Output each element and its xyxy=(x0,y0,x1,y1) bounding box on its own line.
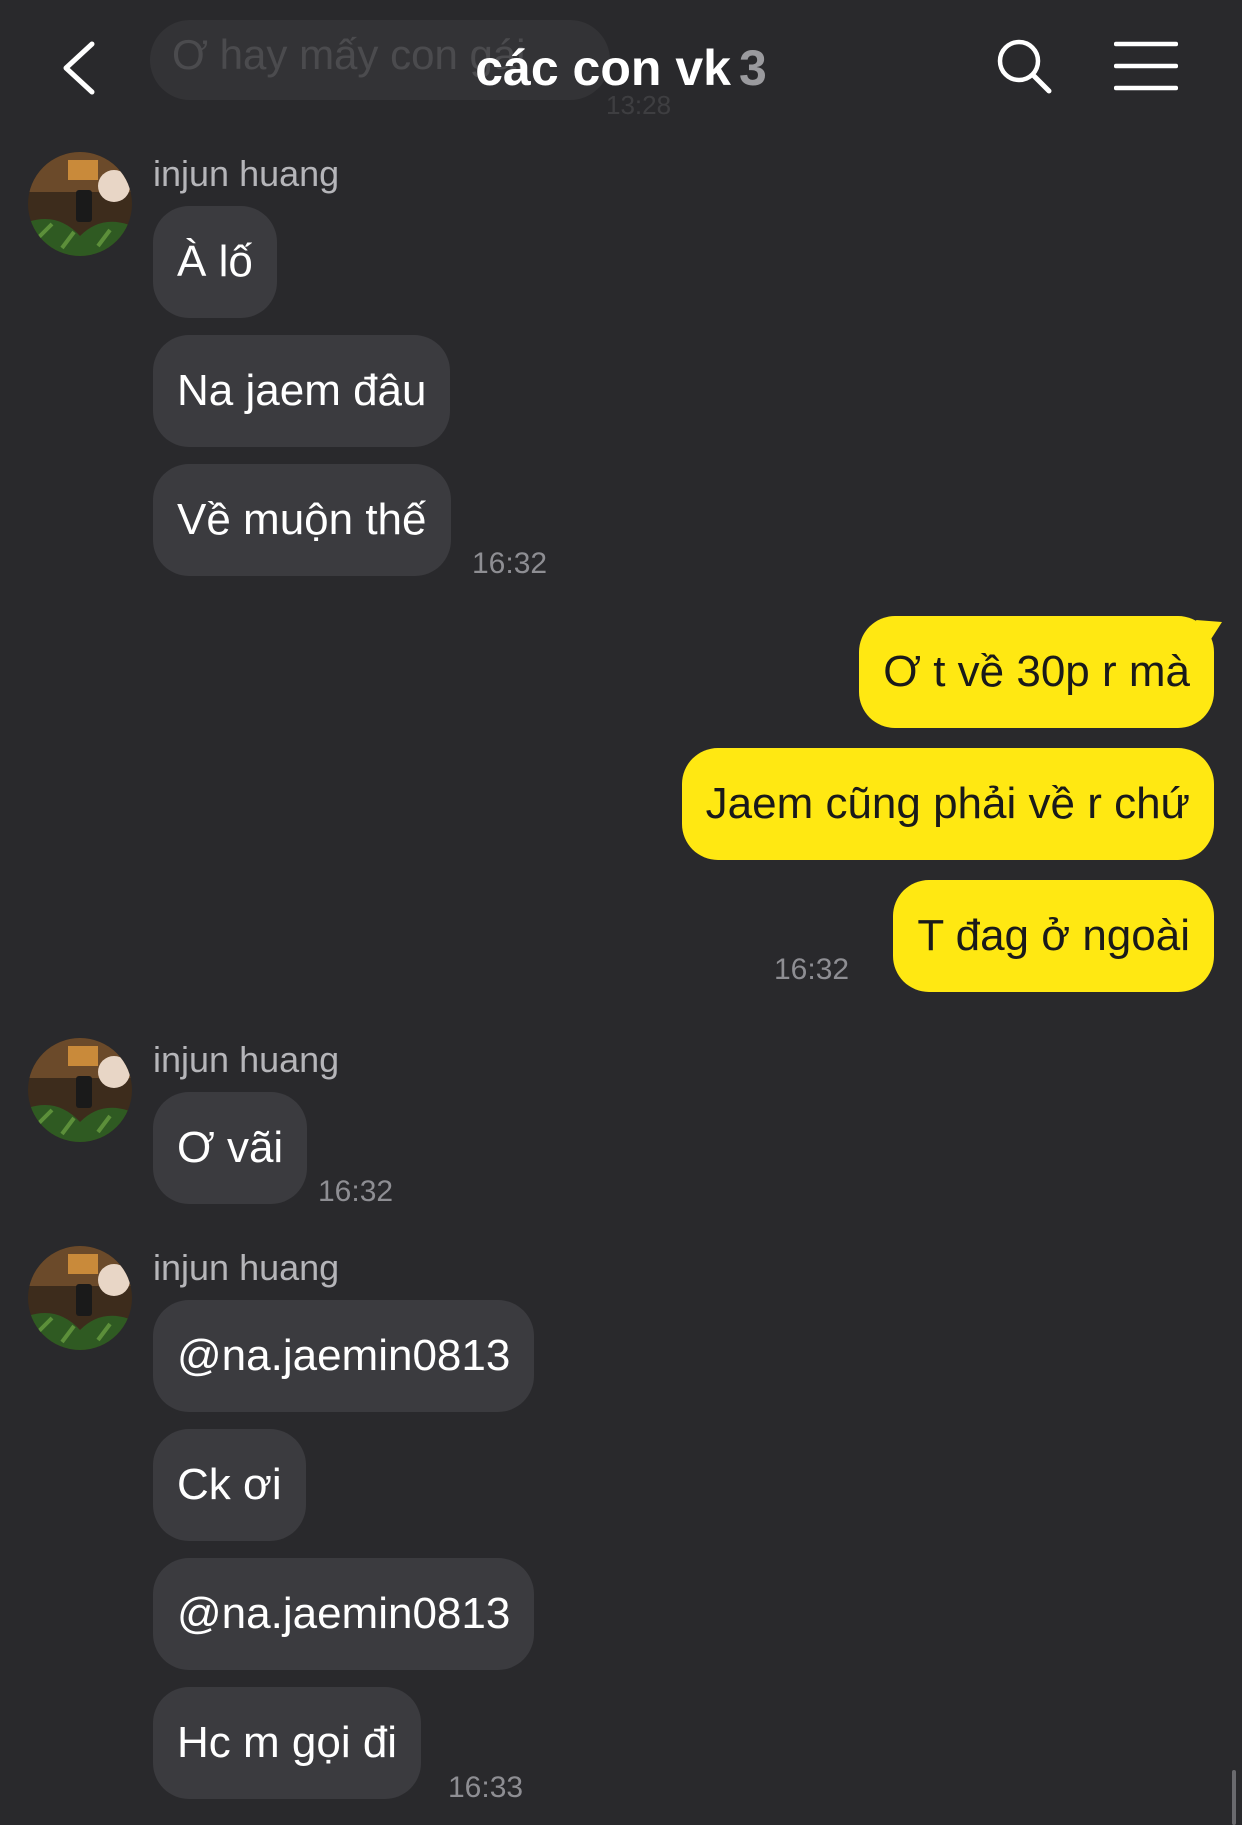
message-bubble[interactable]: Hc m gọi đi xyxy=(153,1687,422,1799)
message-text: À lố xyxy=(177,237,253,286)
bubble-tail xyxy=(1196,620,1222,650)
message-bubble[interactable]: Ơ vãi xyxy=(153,1092,308,1204)
message-text: Về muộn thế xyxy=(177,495,427,544)
message-text: Ơ vãi xyxy=(177,1123,284,1172)
chat-title-text: các con vk xyxy=(475,40,731,96)
message-text: Ck ơi xyxy=(177,1460,282,1509)
message-text: Hc m gọi đi xyxy=(177,1718,398,1767)
chat-title: các con vk 3 xyxy=(0,38,1242,98)
hamburger-menu-icon xyxy=(1113,41,1179,91)
profile-photo xyxy=(28,1246,132,1350)
message-text: Na jaem đâu xyxy=(177,366,427,415)
message-bubble[interactable]: Về muộn thế xyxy=(153,464,451,576)
sender-name: injun huang xyxy=(153,153,340,194)
member-count: 3 xyxy=(738,40,767,96)
message-bubble[interactable]: À lố xyxy=(153,206,277,318)
scrollbar-thumb[interactable] xyxy=(1232,1770,1236,1825)
message-text: Ơ t về 30p r mà xyxy=(883,647,1190,696)
sender-name: injun huang xyxy=(153,1039,340,1080)
sender-name: injun huang xyxy=(153,1247,340,1288)
profile-photo xyxy=(28,1038,132,1142)
message-timestamp: 16:33 xyxy=(448,1771,524,1804)
message-timestamp: 16:32 xyxy=(318,1175,394,1208)
message-text: Jaem cũng phải về r chứ xyxy=(705,779,1190,828)
message-timestamp: 16:32 xyxy=(472,547,548,580)
chat-header: Ơ hay mấy con gái 13:28 các con vk 3 xyxy=(0,0,1242,130)
outgoing-message-bubble[interactable]: T đag ở ngoài xyxy=(893,880,1214,992)
avatar[interactable] xyxy=(28,1246,132,1350)
message-bubble[interactable]: @na.jaemin0813 xyxy=(153,1558,535,1670)
message-bubble[interactable]: Ck ơi xyxy=(153,1429,306,1541)
message-bubble[interactable]: @na.jaemin0813 xyxy=(153,1300,535,1412)
search-icon xyxy=(997,39,1052,94)
menu-button[interactable] xyxy=(1113,40,1179,92)
outgoing-message-bubble[interactable]: Jaem cũng phải về r chứ xyxy=(681,748,1214,860)
message-text: @na.jaemin0813 xyxy=(177,1589,511,1638)
avatar[interactable] xyxy=(28,152,132,256)
message-bubble[interactable]: Na jaem đâu xyxy=(153,335,451,447)
avatar[interactable] xyxy=(28,1038,132,1142)
message-timestamp: 16:32 xyxy=(774,953,850,986)
search-button[interactable] xyxy=(994,36,1054,96)
message-text: @na.jaemin0813 xyxy=(177,1331,511,1380)
outgoing-message-bubble[interactable]: Ơ t về 30p r mà xyxy=(859,616,1214,728)
profile-photo xyxy=(28,152,132,256)
message-text: T đag ở ngoài xyxy=(917,911,1190,960)
